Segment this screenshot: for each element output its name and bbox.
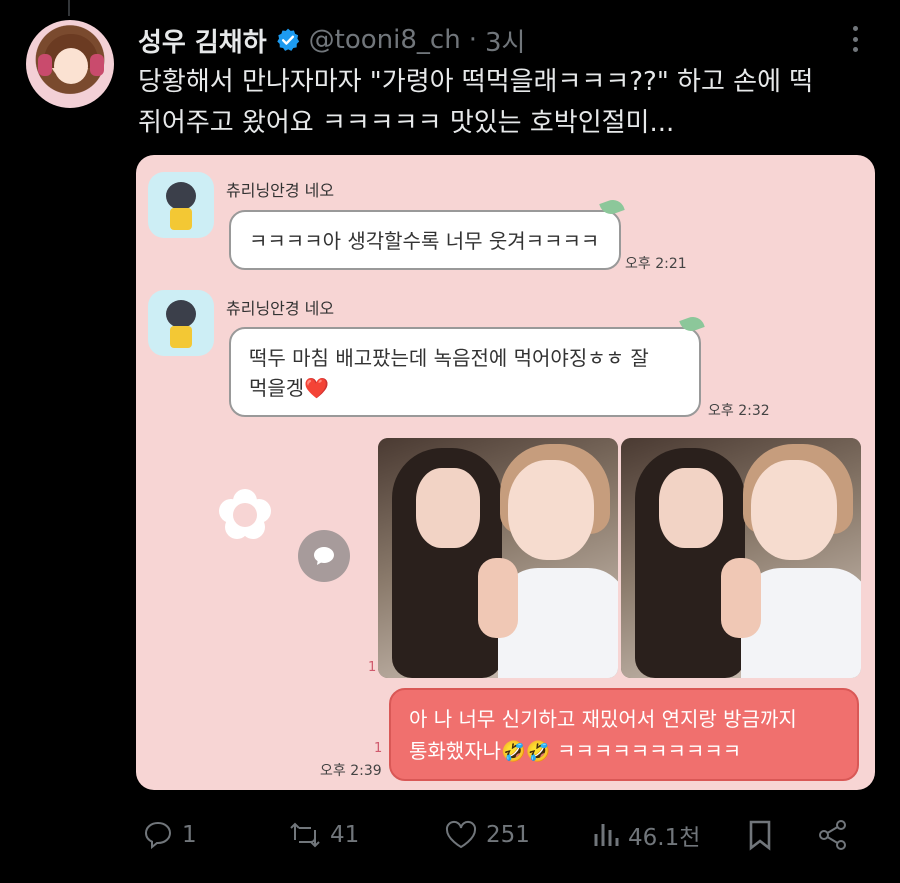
views-icon [594,824,619,846]
verified-badge-icon [276,28,299,51]
chat-sender-name: 츄리닝안경 네오 [226,181,335,200]
chat-message-text: 먹을겡 [249,376,305,400]
avatar-headphone-right [90,54,104,76]
reply-icon [144,821,172,850]
chat-message-text: 통화했자나🤣🤣 ㅋㅋㅋㅋㅋㅋㅋㅋㅋㅋ [409,739,742,763]
thread-line [68,0,70,16]
chat-timestamp: 오후 2:39 [320,763,382,779]
reply-count: 1 [182,822,197,848]
author-handle[interactable]: @tooni8_ch [309,25,461,55]
tweet-text-line2: 쥐어주고 왔어요 ㅋㅋㅋㅋㅋ 맛있는 호박인절미... [138,108,675,138]
repost-count: 41 [330,822,360,848]
views-button[interactable]: 46.1천 [592,812,700,858]
chat-photo [621,438,861,678]
tweet-header: 성우 김채하 @tooni8_ch · 3시 [138,20,525,60]
tweet-media-image[interactable]: 츄리닝안경 네오 ㅋㅋㅋㅋ아 생각할수록 너무 웃겨ㅋㅋㅋㅋ 오후 2:21 츄… [136,155,875,790]
reply-button[interactable]: 1 [142,812,197,858]
repost-icon [290,822,320,848]
chat-message-text: 떡두 마침 배고팠는데 녹음전에 먹어야징ㅎㅎ 잘 [249,346,649,370]
chat-message-text: 아 나 너무 신기하고 재밌어서 연지랑 방금까지 [409,707,797,731]
tweet-time[interactable]: 3시 [485,22,525,59]
chat-photo [378,438,618,678]
flower-icon [219,489,271,541]
read-count: 1 [368,660,377,675]
like-button[interactable]: 251 [444,812,530,858]
more-icon[interactable] [845,24,865,54]
my-chat-bubble: 아 나 너무 신기하고 재밌어서 연지랑 방금까지 통화했자나🤣🤣 ㅋㅋㅋㅋㅋㅋ… [389,688,859,781]
author-name[interactable]: 성우 김채하 [138,22,267,59]
heart-emoji: ❤️ [304,376,330,400]
chat-bubble-icon [298,530,350,582]
read-count: 1 [374,741,383,756]
chat-bubble: ㅋㅋㅋㅋ아 생각할수록 너무 웃겨ㅋㅋㅋㅋ [229,196,625,270]
chat-timestamp: 오후 2:32 [708,403,770,419]
repost-button[interactable]: 41 [288,812,359,858]
tweet-text-line1: 당황해서 만나자마자 "가령아 떡먹을래ㅋㅋㅋ??" 하고 손에 떡 [138,67,814,97]
avatar[interactable] [26,20,114,108]
tweet-actions: 1 41 251 46.1천 [136,812,876,858]
chat-profile-picture [148,172,214,238]
avatar-headphone-left [38,54,52,76]
share-icon [819,820,846,850]
share-button[interactable] [816,812,850,858]
chat-sender-name: 츄리닝안경 네오 [226,299,335,318]
like-count: 251 [486,822,530,848]
like-icon [445,820,477,849]
bookmark-icon [749,820,771,851]
leaf-icon [679,313,705,335]
chat-message-text: ㅋㅋㅋㅋ아 생각할수록 너무 웃겨ㅋㅋㅋㅋ [249,229,600,253]
chat-profile-picture [148,290,214,356]
views-count: 46.1천 [628,825,701,851]
separator-dot: · [468,25,477,55]
chat-timestamp: 오후 2:21 [625,256,687,272]
leaf-icon [599,196,625,218]
chat-bubble: 떡두 마침 배고팠는데 녹음전에 먹어야징ㅎㅎ 잘 먹을겡❤️ [229,313,705,417]
avatar-face [54,48,88,84]
tweet-text: 당황해서 만나자마자 "가령아 떡먹을래ㅋㅋㅋ??" 하고 손에 떡 쥐어주고 … [138,62,878,144]
bookmark-button[interactable] [746,812,774,858]
